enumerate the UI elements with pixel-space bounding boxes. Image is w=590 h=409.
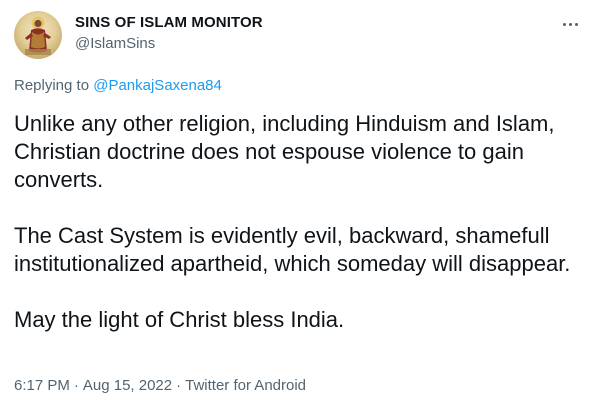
tweet-time[interactable]: 6:17 PM bbox=[14, 377, 70, 394]
tweet-paragraph: The Cast System is evidently evil, backw… bbox=[14, 223, 571, 276]
more-dot bbox=[574, 22, 578, 26]
meta-separator: · bbox=[176, 377, 182, 394]
tweet-source[interactable]: Twitter for Android bbox=[185, 377, 306, 394]
more-dot bbox=[562, 22, 566, 26]
tweet-paragraph: Unlike any other religion, including Hin… bbox=[14, 111, 555, 192]
meta-separator: · bbox=[73, 377, 79, 394]
avatar-image bbox=[25, 16, 51, 55]
replying-to-link[interactable]: @PankajSaxena84 bbox=[93, 77, 222, 94]
tweet-paragraph: May the light of Christ bless India. bbox=[14, 307, 345, 332]
tweet: SINS OF ISLAM MONITOR @IslamSins Replyin… bbox=[0, 0, 590, 409]
tweet-metadata: 6:17 PM · Aug 15, 2022 · Twitter for Android bbox=[14, 377, 306, 394]
tweet-text: Unlike any other religion, including Hin… bbox=[14, 110, 579, 362]
author-display-name[interactable]: SINS OF ISLAM MONITOR bbox=[75, 14, 263, 31]
more-dot bbox=[568, 22, 572, 26]
replying-to: Replying to @PankajSaxena84 bbox=[14, 77, 222, 94]
replying-to-label: Replying to bbox=[14, 77, 90, 94]
more-horizontal-icon[interactable] bbox=[559, 14, 581, 34]
tweet-date[interactable]: Aug 15, 2022 bbox=[83, 377, 172, 394]
author-handle[interactable]: @IslamSins bbox=[75, 35, 155, 52]
avatar[interactable] bbox=[14, 11, 62, 59]
